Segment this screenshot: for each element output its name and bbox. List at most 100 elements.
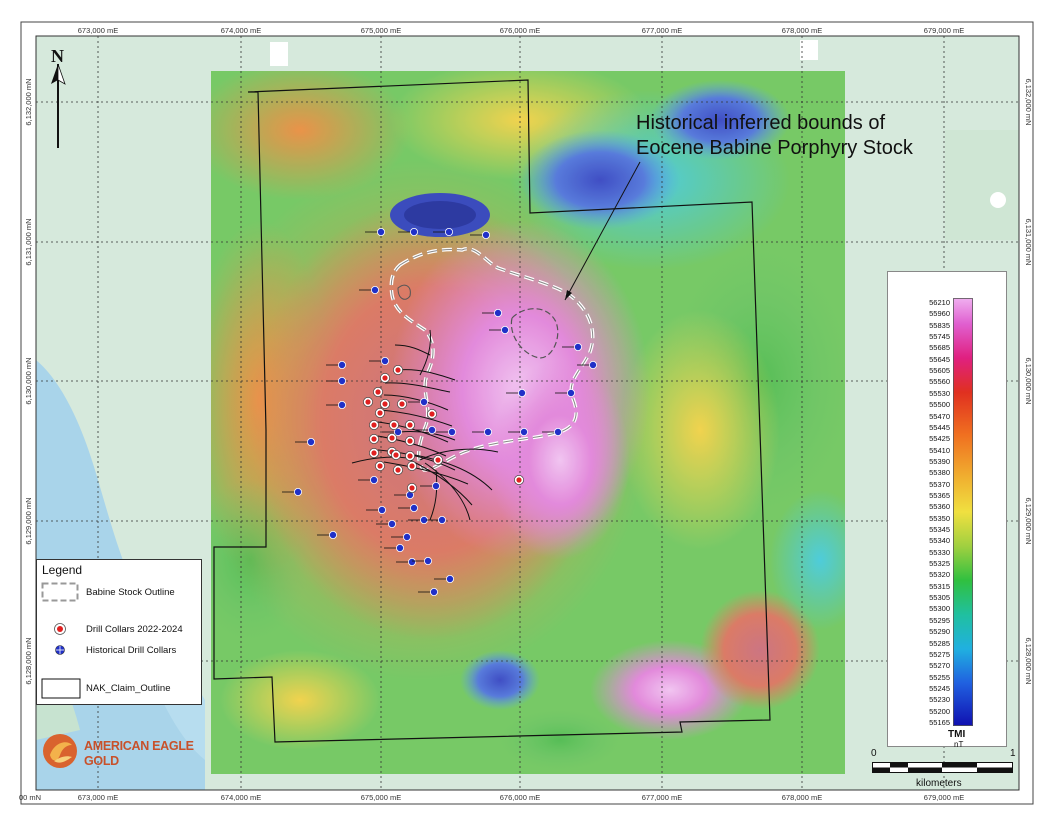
tmi-value-label: 55165 bbox=[929, 718, 950, 727]
new-collar-marker bbox=[387, 433, 397, 443]
northing-label-right: 6,128,000 mN bbox=[1024, 637, 1033, 684]
northing-label-left: 6,129,000 mN bbox=[24, 497, 33, 544]
legend-item-drill-collars-new: Drill Collars 2022-2024 bbox=[37, 620, 197, 640]
legend-title: Legend bbox=[42, 563, 83, 577]
new-collar-marker bbox=[407, 483, 417, 493]
annotation-line-1: Historical inferred bounds of bbox=[636, 112, 886, 134]
american-eagle-gold-logo: AMERICAN EAGLE GOLD bbox=[40, 731, 210, 773]
easting-label-bottom: 673,000 mE bbox=[78, 793, 118, 802]
legend-label-drill-collars-new: Drill Collars 2022-2024 bbox=[86, 624, 183, 635]
tmi-value-label: 55325 bbox=[929, 559, 950, 569]
legend-label-drill-collars-historic: Historical Drill Collars bbox=[86, 645, 177, 656]
new-collar-marker bbox=[389, 420, 399, 430]
easting-label-top: 674,000 mE bbox=[221, 26, 261, 35]
new-collar-marker bbox=[380, 399, 390, 409]
tmi-value-label: 55365 bbox=[929, 490, 950, 500]
easting-label-top: 675,000 mE bbox=[361, 26, 401, 35]
tmi-value-label: 55295 bbox=[929, 615, 950, 625]
easting-label-bottom: 677,000 mE bbox=[642, 793, 682, 802]
tmi-value-label: 55275 bbox=[929, 649, 950, 659]
tmi-value-label: 55305 bbox=[929, 593, 950, 603]
scale-bar: 0 1 kilometers bbox=[866, 748, 1026, 792]
tmi-value-label: 55470 bbox=[929, 411, 950, 421]
tmi-value-label: 55245 bbox=[929, 683, 950, 693]
tmi-value-label: 55835 bbox=[929, 320, 950, 330]
new-collar-marker bbox=[405, 451, 415, 461]
tmi-value-label: 55230 bbox=[929, 695, 950, 705]
legend-item-drill-collars-historic: Historical Drill Collars bbox=[37, 642, 197, 662]
tmi-value-label: 55560 bbox=[929, 377, 950, 387]
northing-label-left: 6,132,000 mN bbox=[24, 78, 33, 125]
new-collar-marker bbox=[393, 465, 403, 475]
northing-label-left: 6,128,000 mN bbox=[24, 637, 33, 684]
eagle-logo-icon bbox=[43, 734, 77, 768]
tmi-value-label: 55410 bbox=[929, 445, 950, 455]
easting-label-bottom: 678,000 mE bbox=[782, 793, 822, 802]
scale-start-label: 0 bbox=[871, 748, 877, 759]
new-collar-marker bbox=[514, 475, 524, 485]
legend-item-claim-outline: NAK_Claim_Outline bbox=[37, 678, 197, 699]
northing-label-left: 6,130,000 mN bbox=[24, 357, 33, 404]
new-collar-marker bbox=[369, 434, 379, 444]
tmi-value-label: 55340 bbox=[929, 536, 950, 546]
legend-label-stock-outline: Babine Stock Outline bbox=[86, 587, 175, 598]
annotation-line-2: Eocene Babine Porphyry Stock bbox=[636, 137, 913, 159]
tmi-value-label: 55645 bbox=[929, 354, 950, 364]
northing-label-right: 6,131,000 mN bbox=[1024, 218, 1033, 265]
tmi-value-label: 55390 bbox=[929, 456, 950, 466]
new-collar-marker bbox=[369, 448, 379, 458]
scale-unit-label: kilometers bbox=[916, 778, 962, 789]
tmi-value-label: 55445 bbox=[929, 422, 950, 432]
easting-label-bottom: 674,000 mE bbox=[221, 793, 261, 802]
logo-line-1: AMERICAN EAGLE bbox=[84, 739, 194, 753]
tmi-value-label: 55315 bbox=[929, 581, 950, 591]
tmi-value-label: 55290 bbox=[929, 627, 950, 637]
tmi-value-label: 55360 bbox=[929, 502, 950, 512]
tmi-value-label: 55270 bbox=[929, 661, 950, 671]
easting-label-bottom: 675,000 mE bbox=[361, 793, 401, 802]
tmi-title: TMI bbox=[948, 729, 966, 740]
legend-item-stock-outline: Babine Stock Outline bbox=[37, 580, 197, 602]
tmi-value-label: 55685 bbox=[929, 343, 950, 353]
new-collar-marker bbox=[405, 420, 415, 430]
tmi-value-label: 55425 bbox=[929, 434, 950, 444]
tmi-value-label: 55745 bbox=[929, 332, 950, 342]
new-collar-marker bbox=[369, 420, 379, 430]
black-outline-icon bbox=[41, 678, 81, 699]
stock-annotation: Historical inferred bounds of Eocene Bab… bbox=[636, 111, 913, 161]
blue-dot-icon bbox=[55, 645, 65, 655]
tmi-value-label: 55200 bbox=[929, 706, 950, 716]
tmi-color-scale: 56210 55960 55835 55745 55685 55645 55605 55560… bbox=[887, 271, 1007, 749]
new-collar-marker bbox=[363, 397, 373, 407]
new-collar-marker bbox=[375, 461, 385, 471]
tmi-value-label: 55380 bbox=[929, 468, 950, 478]
tmi-value-label: 55960 bbox=[929, 309, 950, 319]
tmi-value-label: 55530 bbox=[929, 388, 950, 398]
new-collar-marker bbox=[407, 461, 417, 471]
tmi-value-label: 55500 bbox=[929, 400, 950, 410]
legend: Legend Babine Stock Outline Drill Collar… bbox=[36, 559, 202, 705]
easting-label-bottom: 00 mN bbox=[19, 793, 41, 802]
tmi-value-label: 55345 bbox=[929, 525, 950, 535]
northing-label-right: 6,132,000 mN bbox=[1024, 78, 1033, 125]
easting-label-bottom: 679,000 mE bbox=[924, 793, 964, 802]
legend-label-claim-outline: NAK_Claim_Outline bbox=[86, 683, 171, 694]
northing-label-left: 6,131,000 mN bbox=[24, 218, 33, 265]
north-label: N bbox=[51, 46, 64, 66]
new-collar-marker bbox=[391, 450, 401, 460]
red-dot-icon bbox=[54, 623, 66, 635]
tmi-value-label: 55330 bbox=[929, 547, 950, 557]
tmi-value-label: 55285 bbox=[929, 638, 950, 648]
new-collar-marker bbox=[375, 408, 385, 418]
tmi-value-label: 55370 bbox=[929, 479, 950, 489]
easting-label-top: 677,000 mE bbox=[642, 26, 682, 35]
logo-line-2: GOLD bbox=[84, 754, 119, 768]
tmi-color-bar bbox=[953, 298, 973, 726]
easting-label-top: 673,000 mE bbox=[78, 26, 118, 35]
tmi-value-label: 55300 bbox=[929, 604, 950, 614]
easting-label-top: 679,000 mE bbox=[924, 26, 964, 35]
easting-label-top: 676,000 mE bbox=[500, 26, 540, 35]
tmi-value-label: 55605 bbox=[929, 366, 950, 376]
new-collar-marker bbox=[380, 373, 390, 383]
scale-bar-graphic bbox=[872, 762, 1013, 773]
